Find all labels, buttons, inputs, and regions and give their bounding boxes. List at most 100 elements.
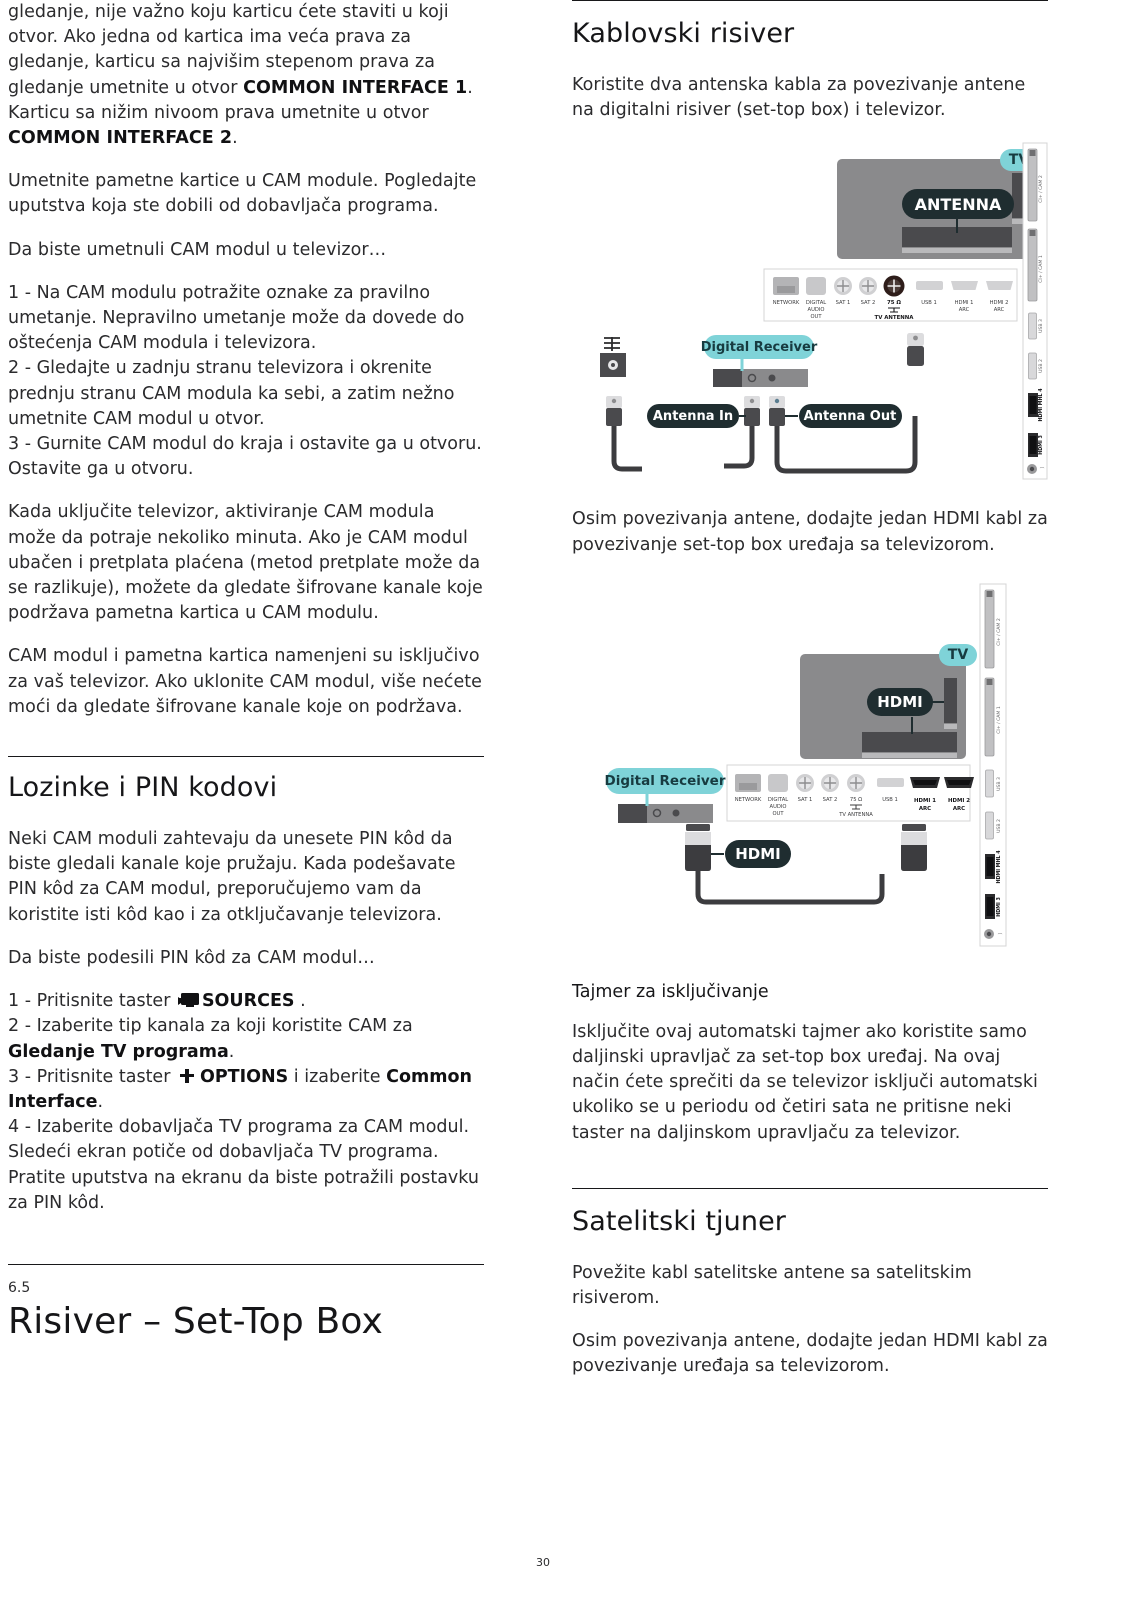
svg-text:HDMI: HDMI [735, 845, 781, 863]
step3-prefix: 3 - Pritisnite taster [8, 1066, 176, 1087]
section-title-satellite-tuner: Satelitski tjuner [572, 1205, 786, 1237]
svg-text:AUDIO: AUDIO [808, 307, 825, 313]
svg-text:OUT: OUT [772, 811, 784, 817]
section-divider-satellite [572, 1187, 1048, 1189]
svg-text:SAT 1: SAT 1 [798, 797, 813, 803]
svg-text:TV ANTENNA: TV ANTENNA [875, 315, 915, 321]
svg-text:SAT 2: SAT 2 [823, 797, 838, 803]
paragraph-cam-activation: Kada uključite televizor, aktiviranje CA… [8, 502, 483, 624]
step3-suffix: . [97, 1091, 104, 1112]
svg-text:TV: TV [948, 647, 969, 663]
svg-text:HDMI 3: HDMI 3 [996, 897, 1002, 917]
svg-text:USB 3: USB 3 [996, 777, 1002, 791]
hdmi-cable-callout: HDMI [711, 839, 791, 868]
svg-text:ARC: ARC [959, 307, 970, 313]
step-item-4: 4 - Izaberite dobavljača TV programa za … [8, 1117, 479, 1213]
svg-text:AUDIO: AUDIO [770, 804, 787, 810]
hdmi-connection-diagram: CI+ / CAM 2 CI+ / CAM 1 USB 3 USB 2 HDMI… [572, 582, 1048, 950]
svg-text:CI+ / CAM 2: CI+ / CAM 2 [996, 618, 1002, 646]
document-page: gledanje, nije važno koju karticu ćete s… [0, 0, 1122, 1614]
svg-text:DIGITAL: DIGITAL [806, 300, 826, 306]
chapter-divider [8, 1263, 484, 1265]
svg-text:USB 1: USB 1 [921, 300, 937, 306]
chapter-number: 6.5 [8, 1279, 31, 1296]
svg-text:HDMI MHL 4: HDMI MHL 4 [996, 850, 1002, 884]
svg-text:DIGITAL: DIGITAL [768, 797, 788, 803]
svg-text:Antenna In: Antenna In [653, 409, 733, 424]
svg-text:SAT 1: SAT 1 [836, 300, 851, 306]
svg-text:CI+ / CAM 1: CI+ / CAM 1 [1038, 256, 1044, 284]
antenna-in-callout: Antenna In [647, 404, 746, 429]
svg-text:HDMI: HDMI [877, 693, 923, 711]
digital-receiver-callout: Digital Receiver [605, 767, 726, 806]
svg-text:CI+ / CAM 2: CI+ / CAM 2 [1038, 176, 1044, 204]
hdmi-plug-right [901, 823, 927, 871]
svg-text:ARC: ARC [953, 806, 965, 812]
svg-text:USB 2: USB 2 [996, 819, 1002, 833]
svg-text:75 Ω: 75 Ω [850, 797, 862, 803]
step3-middle: i izaberite [288, 1066, 387, 1087]
svg-text:NETWORK: NETWORK [773, 300, 800, 306]
svg-text:HDMI 2: HDMI 2 [948, 798, 970, 804]
step-item-3: 3 - Pritisnite taster OPTIONS i izaberit… [8, 1065, 484, 1115]
options-label: OPTIONS [199, 1066, 289, 1087]
steps-set-pin: 1 - Pritisnite taster SOURCES . 2 - Izab… [8, 989, 484, 1216]
svg-text:Digital Receiver: Digital Receiver [605, 773, 726, 789]
chapter-title: Risiver – Set-Top Box [8, 1300, 384, 1342]
common-interface-1-label: COMMON INTERFACE 1 [243, 77, 468, 98]
svg-text:Digital Receiver: Digital Receiver [701, 340, 818, 355]
right-column: Kablovski risiver Koristite dva antenska… [572, 0, 1048, 1398]
step-item-1: 1 - Pritisnite taster SOURCES . [8, 989, 484, 1014]
back-connector-panel: NETWORK DIGITAL AUDIO OUT SAT 1 SAT 2 75… [763, 268, 1018, 322]
section-divider [8, 756, 484, 758]
svg-text:USB 1: USB 1 [882, 797, 898, 803]
page-number: 30 [536, 1556, 550, 1569]
svg-text:USB 3: USB 3 [1038, 319, 1044, 333]
step-item: 1 - Na CAM modulu potražite oznake za pr… [8, 282, 465, 354]
svg-text:HDMI 2: HDMI 2 [990, 300, 1009, 306]
back-connector-panel: NETWORK DIGITAL AUDIO OUT SAT 1 SAT 2 75… [726, 764, 974, 822]
section-title-passwords: Lozinke i PIN kodovi [8, 772, 278, 804]
antenna-plug-left [606, 396, 642, 472]
paragraph-cable-intro: Koristite dva antenska kabla za poveziva… [572, 75, 1026, 121]
sources-label: SOURCES [201, 991, 295, 1012]
paragraph-satellite-hdmi: Osim povezivanja antene, dodajte jedan H… [572, 1331, 1048, 1377]
section-divider-cable [572, 0, 1048, 1]
svg-text:⌒: ⌒ [1040, 467, 1045, 473]
section-title-cable-receiver: Kablovski risiver [572, 18, 795, 49]
wall-antenna-socket [600, 337, 626, 378]
step2-prefix: 2 - Izaberite tip kanala za koji koristi… [8, 1016, 413, 1037]
digital-receiver-callout: Digital Receiver [701, 335, 818, 372]
side-connector-panel: CI+ / CAM 2 CI+ / CAM 1 USB 3 USB 2 HDMI… [1022, 142, 1048, 480]
left-column: gledanje, nije važno koju karticu ćete s… [8, 0, 484, 1345]
paragraph-pin-intro: Neki CAM moduli zahtevaju da unesete PIN… [8, 829, 456, 925]
svg-text:NETWORK: NETWORK [735, 797, 762, 803]
side-connector-panel: CI+ / CAM 2 CI+ / CAM 1 USB 3 USB 2 HDMI… [979, 583, 1007, 947]
step1-suffix: . [294, 991, 306, 1012]
svg-text:SAT 2: SAT 2 [861, 300, 876, 306]
paragraph-insert-smartcards: Umetnite pametne kartice u CAM module. P… [8, 171, 477, 217]
para-seg-3: . [232, 128, 238, 149]
svg-text:TV ANTENNA: TV ANTENNA [838, 812, 873, 818]
paragraph-pin-setup-intro: Da biste podesili PIN kôd za CAM modul… [8, 947, 375, 968]
svg-text:OUT: OUT [810, 314, 822, 320]
step-item: 2 - Gledajte u zadnju stranu televizora … [8, 358, 455, 429]
svg-text:ANTENNA: ANTENNA [915, 195, 1002, 214]
paragraph-cam-exclusive: CAM modul i pametna kartica namenjeni su… [8, 646, 482, 717]
step1-prefix: 1 - Pritisnite taster [8, 991, 176, 1012]
svg-text:HDMI MHL 4: HDMI MHL 4 [1038, 388, 1044, 422]
svg-text:CI+ / CAM 1: CI+ / CAM 1 [996, 706, 1002, 734]
svg-text:HDMI 1: HDMI 1 [955, 300, 974, 306]
svg-text:USB 2: USB 2 [1038, 359, 1044, 373]
tv-badge: TV [939, 643, 977, 666]
sources-icon [177, 993, 199, 1009]
paragraph-satellite-connect: Povežite kabl satelitske antene sa satel… [572, 1262, 972, 1309]
svg-text:ARC: ARC [994, 307, 1005, 313]
step2-suffix: . [228, 1041, 235, 1062]
step-item: 3 - Gurnite CAM modul do kraja i ostavit… [8, 434, 482, 480]
svg-text:ARC: ARC [919, 806, 931, 812]
common-interface-2-label: COMMON INTERFACE 2 [8, 128, 233, 149]
paragraph-switch-off-timer: Isključite ovaj automatski tajmer ako ko… [572, 1021, 1038, 1143]
step-item-2: 2 - Izaberite tip kanala za koji koristi… [8, 1014, 484, 1064]
plus-options-icon [179, 1068, 194, 1083]
